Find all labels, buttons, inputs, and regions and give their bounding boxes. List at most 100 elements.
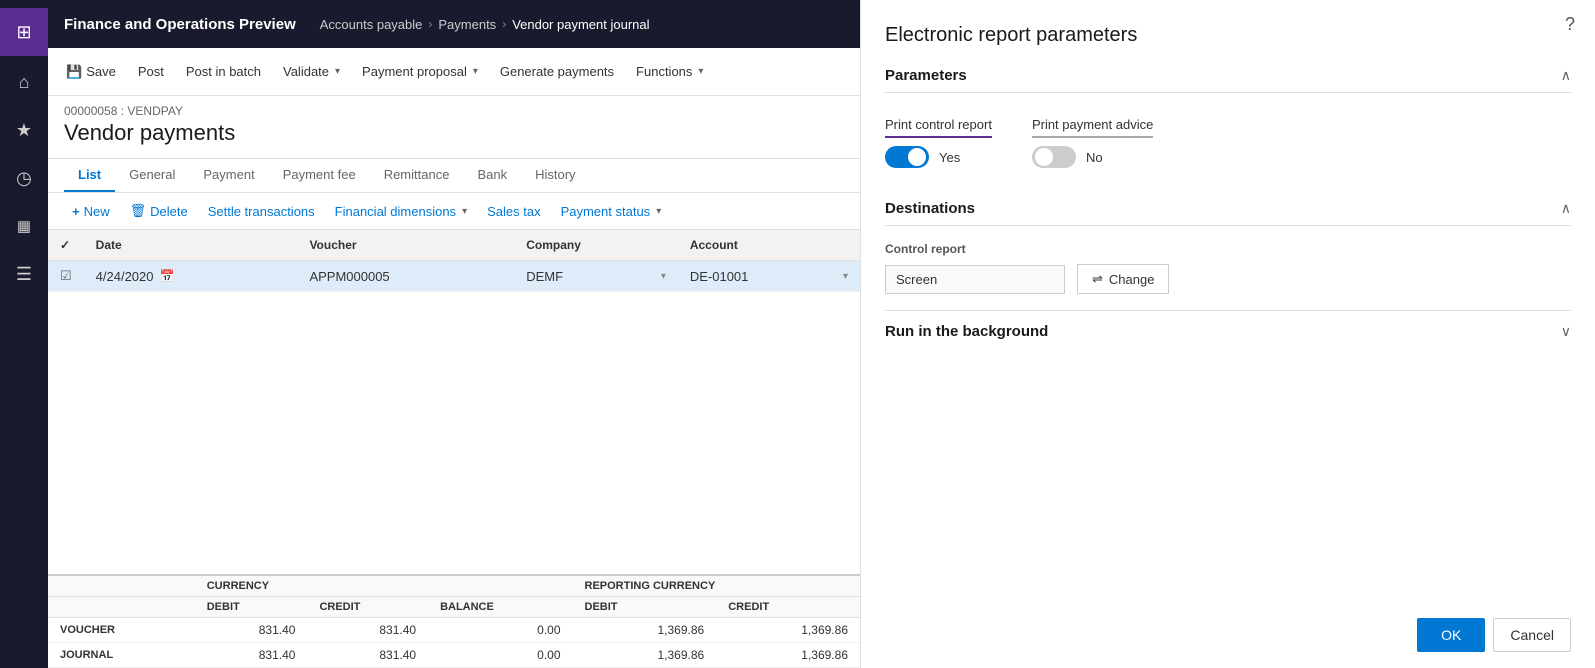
cancel-button[interactable]: Cancel [1493,618,1571,652]
footer-summary: CURRENCY REPORTING CURRENCY DEBIT CREDIT… [48,574,860,668]
footer-label-col [48,597,195,618]
tab-bar: List General Payment Payment fee Remitta… [48,159,860,193]
functions-button[interactable]: Functions ▾ [626,54,713,90]
delete-button[interactable]: 🗑 Delete [122,199,196,223]
account-column-header: Account [678,230,860,261]
destinations-section-chevron: ∧ [1561,200,1571,217]
footer-journal-debit: 831.40 [195,643,308,668]
ok-button[interactable]: OK [1417,618,1485,652]
voucher-column-header: Voucher [297,230,514,261]
tab-history[interactable]: History [521,159,589,192]
breadcrumb-item-1[interactable]: Accounts payable [320,17,423,32]
footer-voucher-rep-debit: 1,369.86 [573,618,717,643]
actions-bar: + New 🗑 Delete Settle transactions Finan… [48,193,860,230]
tab-payment[interactable]: Payment [189,159,268,192]
save-icon: 💾 [66,64,82,80]
row-account: DE-01001 ▾ [678,261,860,292]
destinations-row: Control report ⇌ Change [885,242,1571,294]
breadcrumb-sep-1: › [428,17,432,31]
print-payment-advice-toggle[interactable] [1032,146,1076,168]
print-control-report-toggle-row: Yes [885,146,992,168]
parameters-section-header[interactable]: Parameters ∧ [885,67,1571,93]
functions-dropdown-arrow: ▾ [698,66,703,77]
tab-bank[interactable]: Bank [463,159,521,192]
payment-proposal-button[interactable]: Payment proposal ▾ [352,54,488,90]
help-icon[interactable]: ? [1565,14,1575,35]
settle-transactions-button[interactable]: Settle transactions [200,200,323,223]
footer-journal-rep-debit: 1,369.86 [573,643,717,668]
print-control-report-value: Yes [939,150,960,165]
footer-voucher-balance: 0.00 [428,618,572,643]
sidebar-item-modules[interactable]: ▦ [0,204,48,248]
journal-header: 00000058 : VENDPAY Vendor payments [48,96,860,159]
run-in-background-chevron: ∨ [1561,323,1571,340]
parameters-section: Parameters ∧ Print control report Yes Pr… [885,67,1571,176]
parameters-section-chevron: ∧ [1561,67,1571,84]
sidebar-item-favorites[interactable]: ★ [0,108,48,152]
footer-journal-credit: 831.40 [307,643,428,668]
footer-voucher-credit: 831.40 [307,618,428,643]
financial-dimensions-button[interactable]: Financial dimensions ▾ [327,200,475,223]
sidebar-item-workspaces[interactable]: ☰ [0,252,48,296]
print-payment-advice-item: Print payment advice No [1032,117,1153,168]
panel-footer: OK Cancel [885,602,1571,652]
account-dropdown-arrow[interactable]: ▾ [843,271,848,282]
footer-balance-col: BALANCE [428,597,572,618]
toggle-thumb [908,148,926,166]
sidebar-item-home[interactable]: ⌂ [0,60,48,104]
breadcrumb-sep-2: › [502,17,506,31]
calendar-icon[interactable]: 📅 [160,269,175,283]
table-row[interactable]: ☑ 4/24/2020 📅 APPM000005 DEMF ▾ [48,261,860,292]
footer-rep-debit-col: DEBIT [573,597,717,618]
payment-proposal-dropdown-arrow: ▾ [473,66,478,77]
destinations-section-header[interactable]: Destinations ∧ [885,200,1571,226]
screen-input[interactable] [885,265,1065,294]
right-panel: ? Electronic report parameters Parameter… [860,0,1595,668]
control-report-label: Control report [885,242,1169,256]
print-control-report-toggle[interactable] [885,146,929,168]
grid-icon: ⊞ [16,22,31,43]
tab-list[interactable]: List [64,159,115,192]
footer-row-journal: JOURNAL 831.40 831.40 0.00 1,369.86 1,36… [48,643,860,668]
tab-payment-fee[interactable]: Payment fee [269,159,370,192]
reporting-currency-group-header: REPORTING CURRENCY [573,576,861,597]
sales-tax-button[interactable]: Sales tax [479,200,548,223]
sidebar-item-recent[interactable]: ◷ [0,156,48,200]
breadcrumb-item-3[interactable]: Vendor payment journal [512,17,649,32]
run-in-background-title: Run in the background [885,323,1048,340]
tab-remittance[interactable]: Remittance [370,159,464,192]
modules-icon: ▦ [17,217,31,235]
financial-dimensions-dropdown-arrow: ▾ [462,206,467,217]
company-dropdown-arrow[interactable]: ▾ [661,271,666,282]
row-checkbox[interactable]: ☑ [48,261,84,292]
payment-status-button[interactable]: Payment status ▾ [553,200,670,223]
breadcrumb-item-2[interactable]: Payments [438,17,496,32]
tab-general[interactable]: General [115,159,189,192]
post-button[interactable]: Post [128,54,174,90]
row-date: 4/24/2020 📅 [84,261,298,292]
new-button[interactable]: + New [64,200,118,223]
run-in-background-header[interactable]: Run in the background ∨ [885,311,1571,352]
change-icon: ⇌ [1092,271,1103,287]
generate-payments-button[interactable]: Generate payments [490,54,624,90]
validate-dropdown-arrow: ▾ [335,66,340,77]
post-batch-button[interactable]: Post in batch [176,54,271,90]
plus-icon: + [72,204,80,219]
select-all-checkbox-header[interactable]: ✓ [48,230,84,261]
save-button[interactable]: 💾 Save [56,54,126,90]
currency-group-header: CURRENCY [195,576,573,597]
print-control-report-label: Print control report [885,117,992,138]
footer-rep-credit-col: CREDIT [716,597,860,618]
change-button[interactable]: ⇌ Change [1077,264,1169,294]
toolbar: 💾 Save Post Post in batch Validate ▾ Pay… [48,48,860,96]
destinations-section-title: Destinations [885,200,975,217]
footer-journal-balance: 0.00 [428,643,572,668]
row-voucher: APPM000005 [297,261,514,292]
home-icon: ⌂ [19,72,30,93]
print-payment-advice-label: Print payment advice [1032,117,1153,138]
journal-title: Vendor payments [64,120,844,146]
breadcrumb: Accounts payable › Payments › Vendor pay… [320,17,650,32]
app-menu-button[interactable]: ⊞ [0,8,48,56]
validate-button[interactable]: Validate ▾ [273,54,350,90]
app-title: Finance and Operations Preview [64,16,296,33]
